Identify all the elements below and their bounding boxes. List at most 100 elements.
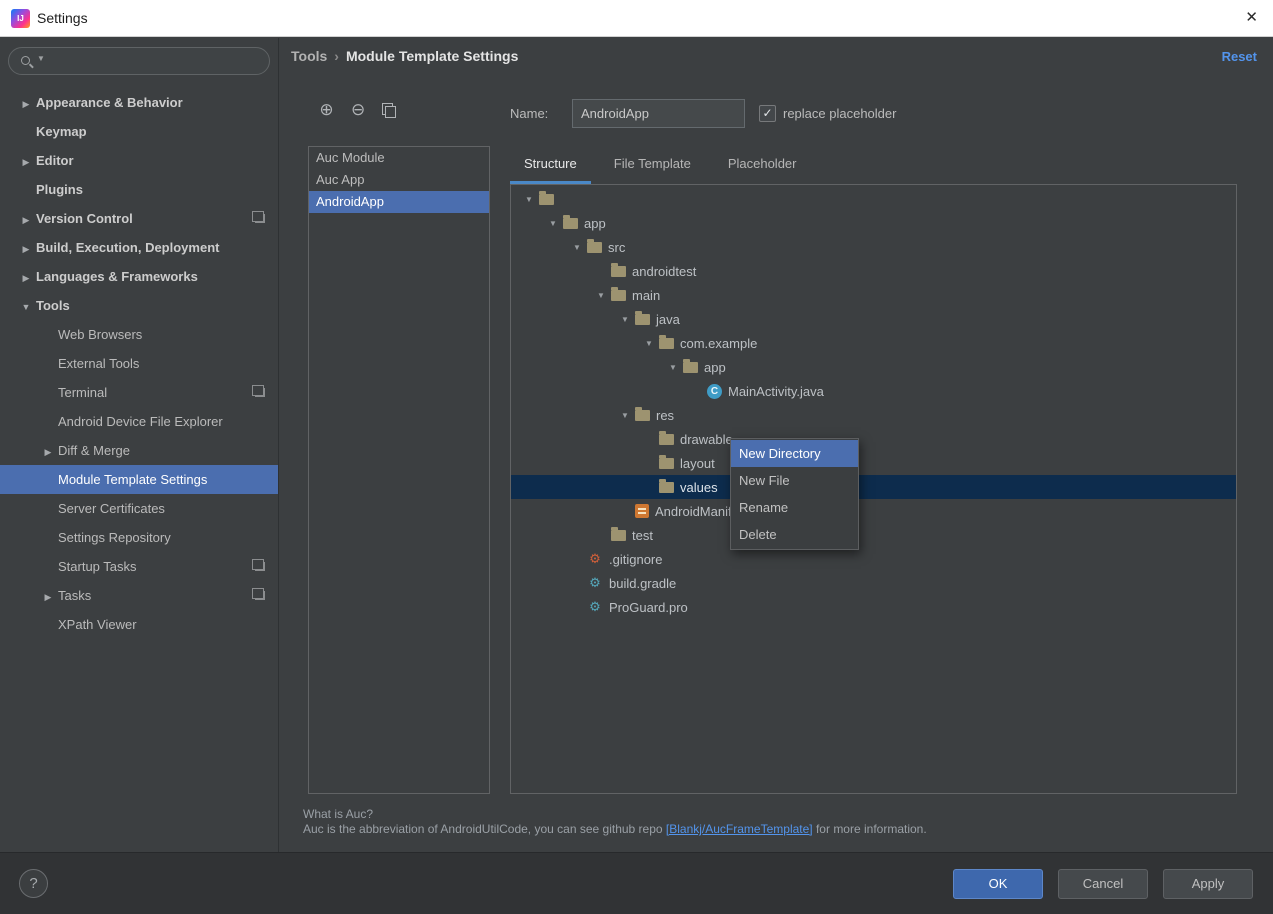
menu-item-new-file[interactable]: New File	[731, 467, 858, 494]
menu-item-delete[interactable]: Delete	[731, 521, 858, 548]
name-input[interactable]	[572, 99, 745, 128]
tree-item-label: res	[656, 408, 674, 423]
tree-row-java[interactable]: ▼ java	[511, 307, 1236, 331]
tree-row-proguard-pro[interactable]: ⚙ProGuard.pro	[511, 595, 1236, 619]
chevron-down-icon[interactable]: ▼	[567, 243, 587, 252]
indent-spacer	[511, 607, 567, 608]
folder-icon	[611, 266, 626, 277]
chevron-right-icon[interactable]: ▶	[16, 206, 36, 235]
replace-placeholder-checkbox[interactable]: ✓	[759, 105, 776, 122]
tree-row-androidmanifest-xml[interactable]: AndroidManifest.xml	[511, 499, 1236, 523]
github-repo-link[interactable]: [Blankj/AucFrameTemplate]	[666, 822, 813, 836]
titlebar: IJ Settings ✕	[0, 0, 1273, 37]
reset-link[interactable]: Reset	[1222, 49, 1257, 64]
apply-button[interactable]: Apply	[1163, 869, 1253, 899]
sidebar-item-module-template-settings[interactable]: Module Template Settings	[0, 465, 278, 494]
indent-spacer	[511, 559, 567, 560]
tree-row-values[interactable]: values	[511, 475, 1236, 499]
sidebar-item-xpath-viewer[interactable]: XPath Viewer	[0, 610, 278, 639]
search-input[interactable]: ▼	[8, 47, 270, 75]
tree-row-test[interactable]: test	[511, 523, 1236, 547]
folder-icon	[563, 218, 578, 229]
sidebar-item-web-browsers[interactable]: Web Browsers	[0, 320, 278, 349]
chevron-right-icon[interactable]: ▶	[16, 148, 36, 177]
remove-icon[interactable]: ⊖	[348, 100, 369, 120]
chevron-down-icon[interactable]: ▼	[615, 315, 635, 324]
tab-placeholder[interactable]: Placeholder	[714, 146, 811, 181]
tree-row-main[interactable]: ▼main	[511, 283, 1236, 307]
chevron-down-icon[interactable]: ▼	[615, 411, 635, 420]
tree-row-gitignore[interactable]: ⚙.gitignore	[511, 547, 1236, 571]
tree-row-root[interactable]: ▼	[511, 187, 1236, 211]
tree-item-label: ProGuard.pro	[609, 600, 688, 615]
tree-item-label: java	[656, 312, 680, 327]
sidebar-item-label: Module Template Settings	[58, 472, 207, 487]
sidebar-item-editor[interactable]: ▶Editor	[0, 146, 278, 175]
sidebar-item-external-tools[interactable]: External Tools	[0, 349, 278, 378]
list-item-androidapp[interactable]: AndroidApp	[309, 191, 489, 213]
copy-icon[interactable]	[382, 103, 396, 117]
cancel-button[interactable]: Cancel	[1058, 869, 1148, 899]
footer-line2: Auc is the abbreviation of AndroidUtilCo…	[303, 822, 927, 837]
list-item-auc-app[interactable]: Auc App	[309, 169, 489, 191]
sidebar-item-version-control[interactable]: ▶Version Control	[0, 204, 278, 233]
tree-item-label: values	[680, 480, 718, 495]
sidebar-item-server-certificates[interactable]: Server Certificates	[0, 494, 278, 523]
tree-row-res[interactable]: ▼ res	[511, 403, 1236, 427]
tree-row-com-example[interactable]: ▼com.example	[511, 331, 1236, 355]
menu-item-new-directory[interactable]: New Directory	[731, 440, 858, 467]
chevron-down-icon[interactable]: ▼	[519, 195, 539, 204]
ok-button[interactable]: OK	[953, 869, 1043, 899]
tree-row-drawable[interactable]: drawable	[511, 427, 1236, 451]
folder-icon	[659, 482, 674, 493]
tab-structure[interactable]: Structure	[510, 146, 591, 184]
tree-row-app[interactable]: ▼app	[511, 211, 1236, 235]
list-item-auc-module[interactable]: Auc Module	[309, 147, 489, 169]
close-icon[interactable]: ✕	[1245, 0, 1258, 36]
tree-row-androidtest[interactable]: androidtest	[511, 259, 1236, 283]
tab-file-template[interactable]: File Template	[600, 146, 705, 181]
chevron-down-icon[interactable]: ▼	[663, 363, 683, 372]
tree-row-build-gradle[interactable]: ⚙build.gradle	[511, 571, 1236, 595]
chevron-down-icon[interactable]: ▼	[16, 293, 36, 322]
config-icon: ⚙	[587, 551, 603, 567]
tree-row-src[interactable]: ▼src	[511, 235, 1236, 259]
sidebar-item-diff-merge[interactable]: ▶Diff & Merge	[0, 436, 278, 465]
help-button[interactable]: ?	[19, 869, 48, 898]
tree-row-mainactivity-java[interactable]: CMainActivity.java	[511, 379, 1236, 403]
tree-row-layout[interactable]: layout	[511, 451, 1236, 475]
indent-spacer	[511, 583, 567, 584]
indent-spacer	[511, 199, 519, 200]
chevron-down-icon[interactable]: ▼	[543, 219, 563, 228]
sidebar-item-languages-frameworks[interactable]: ▶Languages & Frameworks	[0, 262, 278, 291]
tree-row-app[interactable]: ▼app	[511, 355, 1236, 379]
sidebar-item-android-device-file-explorer[interactable]: Android Device File Explorer	[0, 407, 278, 436]
folder-icon	[635, 410, 650, 421]
sidebar-item-terminal[interactable]: Terminal	[0, 378, 278, 407]
sidebar-item-tools[interactable]: ▼Tools	[0, 291, 278, 320]
sidebar-item-build-execution-deployment[interactable]: ▶Build, Execution, Deployment	[0, 233, 278, 262]
intellij-logo-icon: IJ	[11, 9, 30, 28]
tree-item-label: build.gradle	[609, 576, 676, 591]
chevron-right-icon[interactable]: ▶	[16, 264, 36, 293]
sidebar-item-startup-tasks[interactable]: Startup Tasks	[0, 552, 278, 581]
breadcrumb-tools[interactable]: Tools	[291, 48, 327, 64]
window-title: Settings	[37, 0, 88, 37]
menu-item-rename[interactable]: Rename	[731, 494, 858, 521]
indent-spacer	[511, 535, 591, 536]
sidebar-item-settings-repository[interactable]: Settings Repository	[0, 523, 278, 552]
sidebar-item-plugins[interactable]: Plugins	[0, 175, 278, 204]
folder-icon	[635, 314, 650, 325]
indent-spacer	[511, 295, 591, 296]
chevron-right-icon[interactable]: ▶	[16, 90, 36, 119]
indent-spacer	[511, 367, 663, 368]
sidebar-item-tasks[interactable]: ▶Tasks	[0, 581, 278, 610]
chevron-down-icon[interactable]: ▼	[639, 339, 659, 348]
sidebar-item-keymap[interactable]: Keymap	[0, 117, 278, 146]
add-icon[interactable]: ⊕	[316, 100, 337, 120]
chevron-right-icon[interactable]: ▶	[38, 583, 58, 612]
chevron-right-icon[interactable]: ▶	[38, 438, 58, 467]
sidebar-item-appearance-behavior[interactable]: ▶Appearance & Behavior	[0, 88, 278, 117]
chevron-right-icon[interactable]: ▶	[16, 235, 36, 264]
chevron-down-icon[interactable]: ▼	[591, 291, 611, 300]
